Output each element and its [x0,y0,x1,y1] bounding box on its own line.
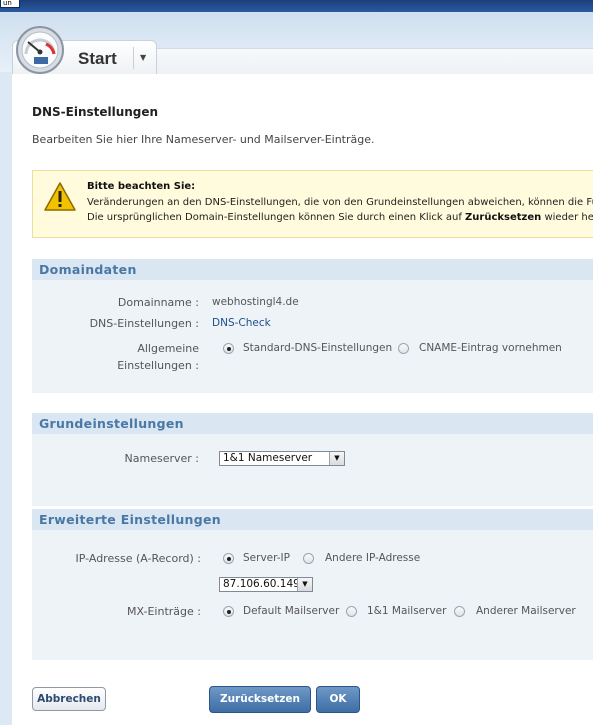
radio-standard-dns-label[interactable]: Standard-DNS-Einstellungen [243,342,392,354]
cancel-button[interactable]: Abbrechen [32,687,106,711]
dns-settings-label: DNS-Einstellungen : [89,317,199,330]
top-bar: un [0,0,593,12]
warning-icon [44,182,76,211]
radio-default-mailserver[interactable] [223,606,234,617]
reset-button[interactable]: Zurücksetzen [209,686,311,713]
tab-divider [133,47,134,69]
page-title: DNS-Einstellungen [32,105,159,119]
general-settings-label-2: Einstellungen : [117,359,199,372]
section-title-grundeinstellungen: Grundeinstellungen [39,416,184,431]
domainname-label: Domainname : [117,296,199,309]
radio-other-mailserver[interactable] [454,606,465,617]
nameserver-label: Nameserver : [124,452,199,465]
tab-strip [155,48,593,75]
notice-box: Bitte beachten Sie: Veränderungen an den… [32,170,593,238]
notice-title: Bitte beachten Sie: [87,181,196,192]
ip-address-select-value: 87.106.60.149 [223,578,300,590]
section-erweitert: Erweiterte Einstellungen IP-Adresse (A-R… [32,509,593,660]
top-bar-tab[interactable]: un [0,0,20,8]
ok-button[interactable]: OK [316,686,360,713]
ip-address-label: IP-Adresse (A-Record) : [75,552,202,565]
dns-check-link[interactable]: DNS-Check [212,317,271,329]
section-domaindaten: Domaindaten Domainname : webhostingl4.de… [32,259,593,393]
chevron-down-icon[interactable]: ▼ [140,53,150,63]
section-title-domaindaten: Domaindaten [39,262,137,277]
mx-records-label: MX-Einträge : [127,605,201,618]
domainname-value: webhostingl4.de [212,296,299,308]
chevron-down-icon[interactable]: ▼ [297,578,312,591]
nameserver-select-value: 1&1 Nameserver [223,452,313,464]
notice-line-1: Veränderungen an den DNS-Einstellungen, … [87,197,593,208]
page-subtitle: Bearbeiten Sie hier Ihre Nameserver- und… [32,133,375,146]
radio-standard-dns[interactable] [223,343,234,354]
radio-other-mailserver-label[interactable]: Anderer Mailserver [476,605,576,617]
radio-cname[interactable] [398,343,409,354]
notice-line-2: Die ursprünglichen Domain-Einstellungen … [87,212,593,223]
ip-address-select[interactable]: 87.106.60.149 ▼ [219,577,313,592]
radio-server-ip-label[interactable]: Server-IP [243,552,290,564]
chevron-down-icon[interactable]: ▼ [329,452,344,465]
radio-default-mailserver-label[interactable]: Default Mailserver [243,605,339,617]
section-header: Erweiterte Einstellungen [32,509,593,530]
radio-other-ip[interactable] [303,553,314,564]
section-title-erweitert: Erweiterte Einstellungen [39,512,221,527]
speedometer-icon [16,26,64,74]
nameserver-select[interactable]: 1&1 Nameserver ▼ [219,451,345,466]
general-settings-label-1: Allgemeine [137,342,199,355]
radio-11-mailserver[interactable] [346,606,357,617]
section-header: Grundeinstellungen [32,413,593,434]
radio-other-ip-label[interactable]: Andere IP-Adresse [325,552,420,564]
radio-server-ip[interactable] [223,553,234,564]
section-header: Domaindaten [32,259,593,280]
section-grundeinstellungen: Grundeinstellungen Nameserver : 1&1 Name… [32,413,593,506]
tab-start-label: Start [78,49,117,68]
notice-reset-keyword: Zurücksetzen [465,212,542,223]
radio-11-mailserver-label[interactable]: 1&1 Mailserver [367,605,446,617]
radio-cname-label[interactable]: CNAME-Eintrag vornehmen [419,342,562,354]
